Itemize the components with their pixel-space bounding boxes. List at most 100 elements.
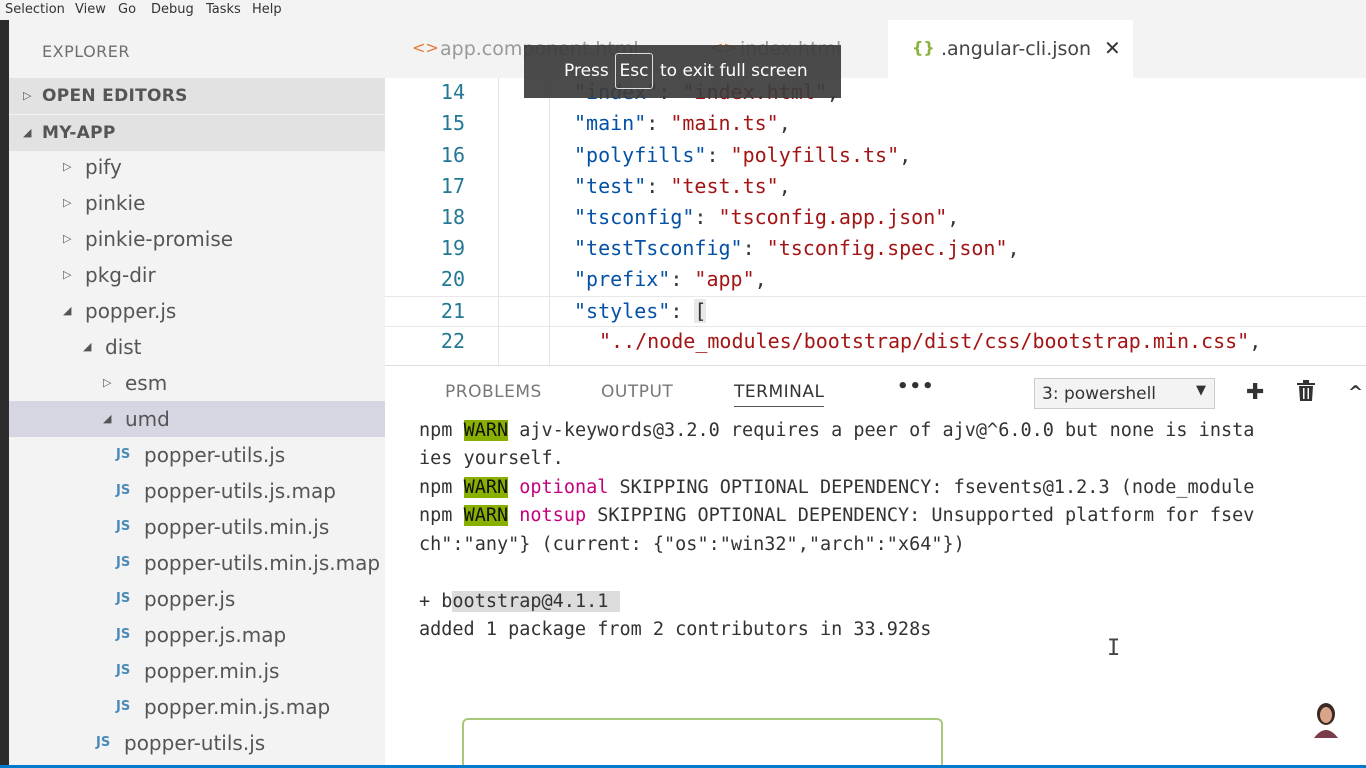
json-value: "tsconfig.spec.json" <box>766 236 1008 260</box>
tree-item-label: umd <box>125 407 170 431</box>
json-value: "polyfills.ts" <box>730 143 900 167</box>
tree-folder-pkg-dir[interactable]: ▷ pkg-dir <box>9 257 385 293</box>
tree-item-label: popper.min.js <box>144 659 280 683</box>
json-sep: : <box>694 205 719 229</box>
json-file-icon: {} <box>912 38 935 57</box>
js-file-icon: JS <box>116 447 131 462</box>
optional-tag: optional <box>519 477 609 498</box>
code-line: 15 "main": "main.ts", <box>385 109 1366 140</box>
chevron-right-icon: ▷ <box>23 89 32 102</box>
json-bracket: [ <box>694 299 707 323</box>
js-file-icon: JS <box>96 735 111 750</box>
json-sep: : <box>742 236 767 260</box>
tree-folder-popper-js[interactable]: ◢ popper.js <box>9 293 385 329</box>
tree-file-popper-utils-min-js-map[interactable]: JS popper-utils.min.js.map <box>9 545 385 581</box>
code-line: 17 "test": "test.ts", <box>385 172 1366 203</box>
json-sep: : <box>646 111 671 135</box>
tree-file-popper-min-js-map[interactable]: JS popper.min.js.map <box>9 689 385 725</box>
add-terminal-icon[interactable]: ✚ <box>1246 380 1264 405</box>
js-file-icon: JS <box>116 555 131 570</box>
tree-item-label: pinkie <box>85 191 146 215</box>
tree-folder-pinkie-promise[interactable]: ▷ pinkie-promise <box>9 221 385 257</box>
project-section[interactable]: ◢ MY-APP <box>9 115 385 151</box>
toast-press: Press <box>564 61 609 81</box>
tab-problems[interactable]: PROBLEMS <box>445 382 542 402</box>
tab-output[interactable]: OUTPUT <box>601 382 673 402</box>
tree-file-popper-utils-js-map[interactable]: JS popper-utils.js.map <box>9 473 385 509</box>
json-key: "main" <box>574 111 647 135</box>
line-number: 16 <box>440 143 465 167</box>
tree-folder-pify[interactable]: ▷ pify <box>9 149 385 185</box>
menu-help[interactable]: Help <box>252 2 282 17</box>
json-key: "polyfills" <box>574 143 707 167</box>
partial-dialog-frame <box>462 718 943 768</box>
more-icon[interactable]: ••• <box>897 376 935 397</box>
code-line: 22 "../node_modules/bootstrap/dist/css/b… <box>385 327 1366 358</box>
menu-tasks[interactable]: Tasks <box>206 2 241 17</box>
json-value: "app" <box>694 267 755 291</box>
open-editors-section[interactable]: ▷ OPEN EDITORS <box>9 78 385 114</box>
menu-view[interactable]: View <box>75 2 106 17</box>
code-line: 16 "polyfills": "polyfills.ts", <box>385 141 1366 172</box>
code-view[interactable]: 14 "index": "index.html", 15 "main": "ma… <box>385 78 1366 365</box>
tree-item-label: esm <box>125 371 168 395</box>
tree-folder-dist[interactable]: ◢ dist <box>9 329 385 365</box>
tree-file-popper-min-js[interactable]: JS popper.min.js <box>9 653 385 689</box>
terminal-select[interactable]: 3: powershell ▼ <box>1034 378 1215 409</box>
code-line: 20 "prefix": "app", <box>385 265 1366 296</box>
terminal-line: ch":"any"} (current: {"os":"win32","arch… <box>419 534 965 555</box>
tree-item-label: popper-utils.min.js <box>144 515 330 539</box>
line-number: 15 <box>440 111 465 135</box>
js-file-icon: JS <box>116 699 131 714</box>
terminal-line: ies yourself. <box>419 448 564 469</box>
json-end: , <box>899 143 912 167</box>
tree-file-popper-js[interactable]: JS popper.js <box>9 581 385 617</box>
chevron-down-icon: ◢ <box>83 340 92 353</box>
line-number: 21 <box>440 299 465 323</box>
toast-message: to exit full screen <box>660 61 808 81</box>
tree-folder-esm[interactable]: ▷ esm <box>9 365 385 401</box>
tree-item-label: pify <box>85 155 122 179</box>
html-file-icon: <> <box>412 38 439 57</box>
js-file-icon: JS <box>116 483 131 498</box>
terminal-select-value: 3: powershell <box>1042 384 1157 404</box>
json-sep: : <box>646 174 671 198</box>
notsup-tag: notsup <box>519 505 587 526</box>
json-end: , <box>1249 329 1262 353</box>
line-number: 17 <box>440 174 465 198</box>
line-number: 14 <box>440 80 465 104</box>
js-file-icon: JS <box>116 591 131 606</box>
code-line: 18 "tsconfig": "tsconfig.app.json", <box>385 203 1366 234</box>
js-file-icon: JS <box>116 519 131 534</box>
explorer-title: EXPLORER <box>42 42 130 61</box>
tree-file-popper-js-map[interactable]: JS popper.js.map <box>9 617 385 653</box>
tree-item-label: popper.js.map <box>144 623 287 647</box>
tree-folder-umd[interactable]: ◢ umd <box>9 401 385 437</box>
tab-angular-cli-json[interactable]: {} .angular-cli.json ✕ <box>888 20 1133 78</box>
project-label: MY-APP <box>42 123 116 143</box>
trash-icon[interactable] <box>1296 380 1316 407</box>
json-key: "test" <box>574 174 647 198</box>
terminal-line: npm WARN ajv-keywords@3.2.0 requires a p… <box>419 420 1255 441</box>
menu-selection[interactable]: Selection <box>5 2 65 17</box>
tree-item-label: popper-utils.min.js.map <box>144 551 381 575</box>
json-value: "../node_modules/bootstrap/dist/css/boot… <box>599 329 1250 353</box>
tree-file-popper-utils-min-js[interactable]: JS popper-utils.min.js <box>9 509 385 545</box>
tree-file-popper-utils-js-dist[interactable]: JS popper-utils.js <box>9 725 385 761</box>
tree-folder-pinkie[interactable]: ▷ pinkie <box>9 185 385 221</box>
json-end: , <box>1007 236 1020 260</box>
close-icon[interactable]: ✕ <box>1104 36 1121 60</box>
bottom-panel: PROBLEMS OUTPUT TERMINAL ••• 3: powershe… <box>385 365 1366 768</box>
menu-go[interactable]: Go <box>118 2 136 17</box>
js-file-icon: JS <box>116 627 131 642</box>
chevron-up-icon[interactable]: ^ <box>1348 382 1363 403</box>
json-key: "testTsconfig" <box>574 236 743 260</box>
menu-debug[interactable]: Debug <box>151 2 194 17</box>
code-line: 19 "testTsconfig": "tsconfig.spec.json", <box>385 234 1366 265</box>
tree-item-label: popper-utils.js.map <box>144 479 336 503</box>
tree-file-popper-utils-js[interactable]: JS popper-utils.js <box>9 437 385 473</box>
terminal-line: added 1 package from 2 contributors in 3… <box>419 619 932 640</box>
tab-terminal[interactable]: TERMINAL <box>734 382 825 407</box>
json-sep: : <box>670 267 695 291</box>
selection-highlight: ootstrap@4.1.1 <box>452 591 620 612</box>
